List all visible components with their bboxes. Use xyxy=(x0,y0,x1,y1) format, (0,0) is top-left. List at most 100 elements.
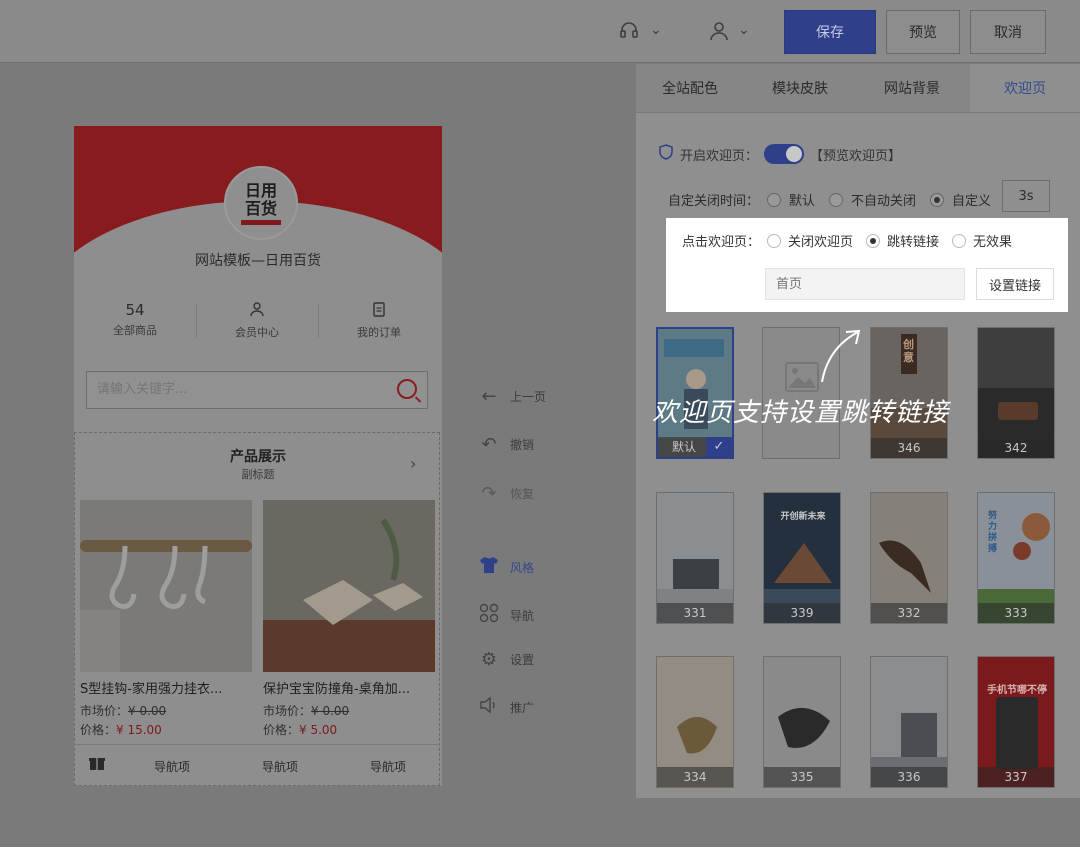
tool-redo[interactable]: ↷ 恢复 xyxy=(478,483,534,504)
stat-label: 我的订单 xyxy=(357,326,401,339)
click-behavior-row: 点击欢迎页： 关闭欢迎页 跳转链接 无效果 xyxy=(682,231,1012,250)
option-label: 跳转链接 xyxy=(887,235,940,250)
option-label: 自定义 xyxy=(952,194,992,209)
close-time-label: 自定关闭时间： xyxy=(668,194,760,209)
chevron-down-icon[interactable]: ⌄ xyxy=(650,22,662,38)
template-label: 默认 xyxy=(658,437,710,457)
stat-my-orders[interactable]: 我的订单 xyxy=(318,301,440,340)
radio-no-auto-close[interactable] xyxy=(829,192,844,207)
tool-navigation[interactable]: 导航 xyxy=(478,603,534,628)
phone-preview: 日用 百货 网站模板—日用百货 54 全部商品 会员中心 我的订单 产品展示 副… xyxy=(74,126,442,786)
tool-style[interactable]: 风格 xyxy=(478,556,534,579)
template-label: 334 xyxy=(657,767,733,787)
thumb-text: 创意 xyxy=(903,338,914,364)
user-icon[interactable] xyxy=(708,20,730,46)
price: 价格：¥ 15.00 xyxy=(80,723,162,737)
template-label: 346 xyxy=(871,438,947,458)
speaker-icon xyxy=(478,696,500,719)
option-label: 默认 xyxy=(789,194,816,209)
radio-no-effect[interactable] xyxy=(952,233,967,248)
nav-item[interactable]: 导航项 xyxy=(154,758,190,775)
template-label: 335 xyxy=(764,767,840,787)
tool-settings[interactable]: ⚙ 设置 xyxy=(478,649,534,670)
set-link-button[interactable]: 设置链接 xyxy=(976,268,1054,300)
template-label: 336 xyxy=(871,767,947,787)
thumb-text: 手机节哪不停 xyxy=(987,685,1047,696)
thumb-text: 努力拼搏 xyxy=(988,511,998,554)
radio-default[interactable] xyxy=(767,192,782,207)
logo-text-line2: 百货 xyxy=(244,198,277,218)
chevron-down-icon[interactable]: ⌄ xyxy=(738,22,750,38)
clipboard-icon xyxy=(318,301,440,321)
nav-item[interactable]: 导航项 xyxy=(262,758,298,775)
tab-site-background[interactable]: 网站背景 xyxy=(856,64,968,112)
template-label: 339 xyxy=(764,603,840,623)
template-label: 337 xyxy=(978,767,1054,787)
save-button[interactable]: 保存 xyxy=(784,10,876,54)
stat-number: 54 xyxy=(125,301,145,319)
stat-label: 全部商品 xyxy=(113,324,157,337)
stat-all-products[interactable]: 54 全部商品 xyxy=(74,301,196,338)
enable-label: 开启欢迎页： xyxy=(680,148,759,164)
template-thumb-342[interactable]: 342 xyxy=(977,327,1055,459)
tab-module-skin[interactable]: 模块皮肤 xyxy=(746,64,854,112)
radio-jump-link[interactable] xyxy=(866,233,881,248)
cancel-button[interactable]: 取消 xyxy=(970,10,1046,54)
template-thumb-336[interactable]: 336 xyxy=(870,656,948,788)
check-icon: ✓ xyxy=(706,437,732,457)
template-thumb-331[interactable]: 331 xyxy=(656,492,734,624)
section-title: 产品展示 xyxy=(230,449,286,465)
product-image[interactable] xyxy=(80,500,252,672)
headset-icon[interactable] xyxy=(618,20,640,46)
template-thumb-335[interactable]: 335 xyxy=(763,656,841,788)
template-thumb-339[interactable]: 开创新未来 339 xyxy=(763,492,841,624)
annotation-arrow xyxy=(816,326,866,390)
link-input[interactable] xyxy=(765,268,965,300)
option-label: 不自动关闭 xyxy=(851,194,917,209)
tab-welcome-page[interactable]: 欢迎页 xyxy=(970,64,1080,112)
search-icon[interactable] xyxy=(397,379,417,399)
preview-welcome-link[interactable]: 【预览欢迎页】 xyxy=(810,145,901,164)
radio-custom[interactable] xyxy=(930,192,945,207)
arrow-left-icon: ← xyxy=(481,386,497,407)
search-box xyxy=(86,371,428,409)
divider xyxy=(74,744,440,745)
preview-button[interactable]: 预览 xyxy=(886,10,960,54)
close-time-row: 自定关闭时间： 默认 不自动关闭 自定义 xyxy=(668,190,991,209)
tool-prev-page[interactable]: ← 上一页 xyxy=(478,386,546,407)
welcome-toggle[interactable] xyxy=(764,144,805,164)
gear-icon: ⚙ xyxy=(480,649,498,670)
template-label: 332 xyxy=(871,603,947,623)
product-name[interactable]: S型挂钩-家用强力挂衣... xyxy=(80,678,252,697)
template-thumb-333[interactable]: 努力拼搏 333 xyxy=(977,492,1055,624)
tool-promote[interactable]: 推广 xyxy=(478,696,534,719)
product-image[interactable] xyxy=(263,500,435,672)
market-price: 市场价：¥ 0.00 xyxy=(80,704,167,718)
thumb-text: 开创新未来 xyxy=(780,512,826,522)
image-placeholder-icon xyxy=(785,362,819,396)
template-thumb-334[interactable]: 334 xyxy=(656,656,734,788)
market-price: 市场价：¥ 0.00 xyxy=(263,704,350,718)
gift-icon[interactable] xyxy=(88,754,106,776)
top-toolbar: ⌄ ⌄ 保存 预览 取消 xyxy=(0,0,1080,63)
stat-member-center[interactable]: 会员中心 xyxy=(196,301,318,340)
search-input[interactable] xyxy=(95,381,389,398)
template-label: 331 xyxy=(657,603,733,623)
product-name[interactable]: 保护宝宝防撞角-桌角加... xyxy=(263,678,435,697)
template-thumb-337[interactable]: 手机节哪不停 337 xyxy=(977,656,1055,788)
nav-item[interactable]: 导航项 xyxy=(370,758,406,775)
template-thumb-332[interactable]: 332 xyxy=(870,492,948,624)
tab-site-color[interactable]: 全站配色 xyxy=(636,64,744,112)
tool-undo[interactable]: ↶ 撤销 xyxy=(478,434,534,455)
section-subtitle: 副标题 xyxy=(241,468,275,481)
person-icon xyxy=(196,301,318,321)
site-logo: 日用 百货 xyxy=(224,166,298,240)
custom-seconds-input[interactable]: 3s xyxy=(1002,180,1050,212)
option-label: 无效果 xyxy=(973,235,1013,250)
click-label: 点击欢迎页： xyxy=(682,235,761,250)
template-label: 342 xyxy=(978,438,1054,458)
chevron-right-icon[interactable]: › xyxy=(410,454,416,473)
option-label: 关闭欢迎页 xyxy=(788,235,854,250)
radio-close-welcome[interactable] xyxy=(767,233,782,248)
grid-icon xyxy=(478,603,500,628)
